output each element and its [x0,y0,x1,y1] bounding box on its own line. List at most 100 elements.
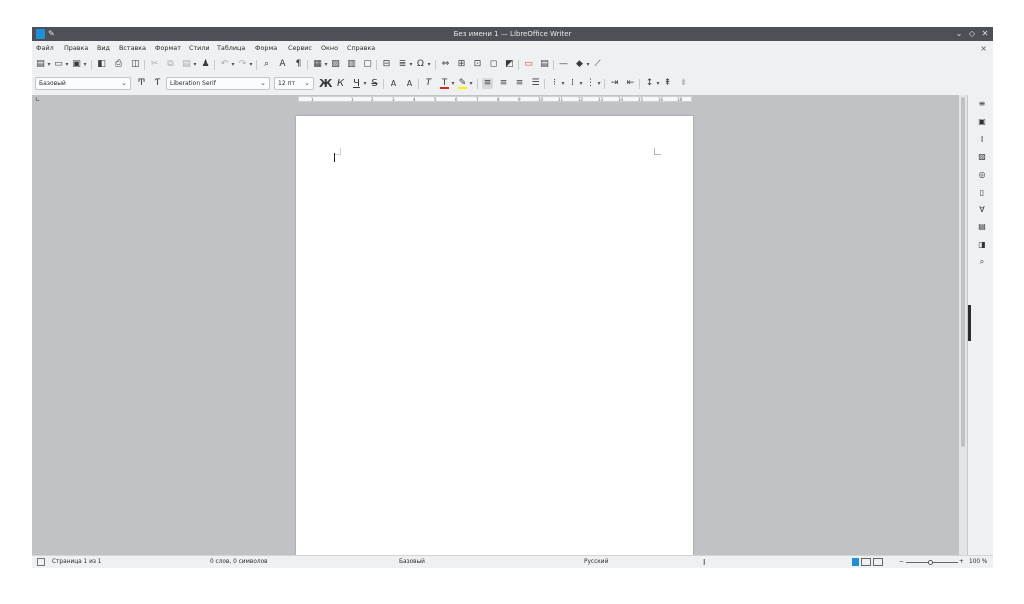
redo-dropdown-icon[interactable]: ▾ [248,59,254,70]
insert-line-icon[interactable]: — [558,59,569,70]
menu-styles[interactable]: Стили [189,42,210,55]
line-spacing-dropdown-icon[interactable]: ▾ [655,78,661,89]
undo-icon[interactable]: ↶ [219,59,230,70]
field-dropdown-icon[interactable]: ▾ [408,59,414,70]
insert-table-icon[interactable]: ▦ [312,59,323,70]
decrease-paragraph-spacing-icon[interactable]: ⇟ [678,78,689,89]
special-character-dropdown-icon[interactable]: ▾ [426,59,432,70]
justify-icon[interactable]: ☰ [530,78,541,89]
templates-icon[interactable]: ▭ [53,59,64,70]
menu-form[interactable]: Форма [255,42,277,55]
manage-changes-icon[interactable]: ▤ [977,222,987,232]
save-dropdown-icon[interactable]: ▾ [82,59,88,70]
horizontal-ruler[interactable]: 1 1 2 3 4 5 6 7 8 9 10 11 12 13 14 15 16… [298,96,692,102]
page-icon[interactable]: ▯ [977,188,987,198]
menu-window[interactable]: Окно [321,42,338,55]
word-count[interactable]: 0 слов, 0 символов [210,556,268,568]
highlight-color-button[interactable]: ✎ [457,78,468,89]
menu-edit[interactable]: Правка [64,42,88,55]
track-changes-icon[interactable]: ▤ [539,59,550,70]
insert-field-icon[interactable]: ≣ [397,59,408,70]
align-right-icon[interactable]: ≡ [514,78,525,89]
new-dropdown-icon[interactable]: ▾ [46,59,52,70]
italic-button[interactable]: К [335,78,346,89]
endnote-icon[interactable]: ⊡ [472,59,483,70]
insert-image-icon[interactable]: ▨ [330,59,341,70]
increase-paragraph-spacing-icon[interactable]: ⇞ [662,78,673,89]
decrease-indent-icon[interactable]: ⇤ [625,78,636,89]
zoom-slider-knob[interactable] [928,560,933,565]
special-character-icon[interactable]: Ω [415,59,426,70]
outline-list-icon[interactable]: ⋮ [585,78,596,89]
ordered-list-icon[interactable]: ⁞ [567,78,578,89]
font-color-dropdown-icon[interactable]: ▾ [450,78,456,89]
copy-icon[interactable]: ⧉ [165,59,176,70]
single-page-view-icon[interactable] [852,558,859,566]
highlight-dropdown-icon[interactable]: ▾ [468,78,474,89]
language-status[interactable]: Русский [584,556,608,568]
maximize-button[interactable]: ◇ [967,27,977,41]
paragraph-style-combo[interactable]: Базовый ⌄ [35,77,131,90]
insert-textbox-icon[interactable]: ▢ [362,59,373,70]
new-document-icon[interactable]: ▤ [35,59,46,70]
book-view-icon[interactable] [873,558,883,566]
align-left-icon[interactable]: ≡ [482,78,493,89]
clear-formatting-icon[interactable]: 𝘛 [423,78,434,89]
insert-chart-icon[interactable]: ▥ [346,59,357,70]
selection-mode-icon[interactable]: Ⅰ [703,556,705,568]
formatting-marks-icon[interactable]: ¶ [293,59,304,70]
zoom-out-button[interactable]: − [899,556,904,568]
outline-list-dropdown-icon[interactable]: ▾ [596,78,602,89]
table-dropdown-icon[interactable]: ▾ [323,59,329,70]
ordered-list-dropdown-icon[interactable]: ▾ [578,78,584,89]
insert-page-break-icon[interactable]: ⊟ [381,59,392,70]
subscript-button[interactable]: A [404,78,415,89]
minimize-button[interactable]: ⌄ [954,27,964,41]
vertical-scrollbar[interactable] [959,95,967,555]
style-inspector-icon[interactable]: Ɐ [977,205,987,215]
insert-comment-icon[interactable]: ▭ [523,59,534,70]
sidebar-collapse-handle[interactable] [968,305,971,341]
document-page[interactable] [296,116,693,555]
increase-indent-icon[interactable]: ⇥ [609,78,620,89]
sidebar-menu-icon[interactable]: ≡ [977,99,987,109]
print-icon[interactable]: ⎙ [113,59,124,70]
properties-icon[interactable]: ▣ [977,117,987,127]
scrollbar-thumb[interactable] [961,97,965,447]
tab-stop-selector-icon[interactable]: ∟ [35,96,40,103]
styles-icon[interactable]: Ӏ [977,135,987,145]
zoom-in-button[interactable]: + [959,556,964,568]
multi-page-view-icon[interactable] [861,558,871,566]
align-center-icon[interactable]: ≡ [498,78,509,89]
close-button[interactable]: ✕ [980,27,990,41]
clone-formatting-icon[interactable]: ♟ [200,59,211,70]
cross-reference-icon[interactable]: ◩ [504,59,515,70]
new-style-icon[interactable]: Ƭ [152,78,163,89]
shapes-dropdown-icon[interactable]: ▾ [585,59,591,70]
font-color-button[interactable]: T [439,78,450,89]
navigator-icon[interactable]: ◎ [977,170,987,180]
menu-help[interactable]: Справка [347,42,375,55]
redo-icon[interactable]: ↷ [237,59,248,70]
update-style-icon[interactable]: Ͳ [136,78,147,89]
page-info[interactable]: Страница 1 из 1 [52,556,101,568]
export-pdf-icon[interactable]: ◧ [96,59,107,70]
design-icon[interactable]: ◨ [977,240,987,250]
menu-tools[interactable]: Сервис [288,42,312,55]
footnote-icon[interactable]: ⊞ [456,59,467,70]
find-icon[interactable]: ⌕ [977,257,987,267]
paste-icon[interactable]: ▤ [181,59,192,70]
save-icon[interactable]: ▣ [71,59,82,70]
menu-insert[interactable]: Вставка [119,42,146,55]
unordered-list-dropdown-icon[interactable]: ▾ [560,78,566,89]
hyperlink-icon[interactable]: ⇔ [440,59,451,70]
font-name-combo[interactable]: Liberation Serif ⌄ [166,77,270,90]
print-preview-icon[interactable]: ◫ [130,59,141,70]
cut-icon[interactable]: ✂ [149,59,160,70]
strikethrough-button[interactable]: S [369,78,380,89]
underline-button[interactable]: Ч [351,78,362,89]
menu-view[interactable]: Вид [97,42,110,55]
close-document-button[interactable]: × [980,42,987,55]
menu-file[interactable]: Файл [36,42,54,55]
spelling-icon[interactable]: A [277,59,288,70]
